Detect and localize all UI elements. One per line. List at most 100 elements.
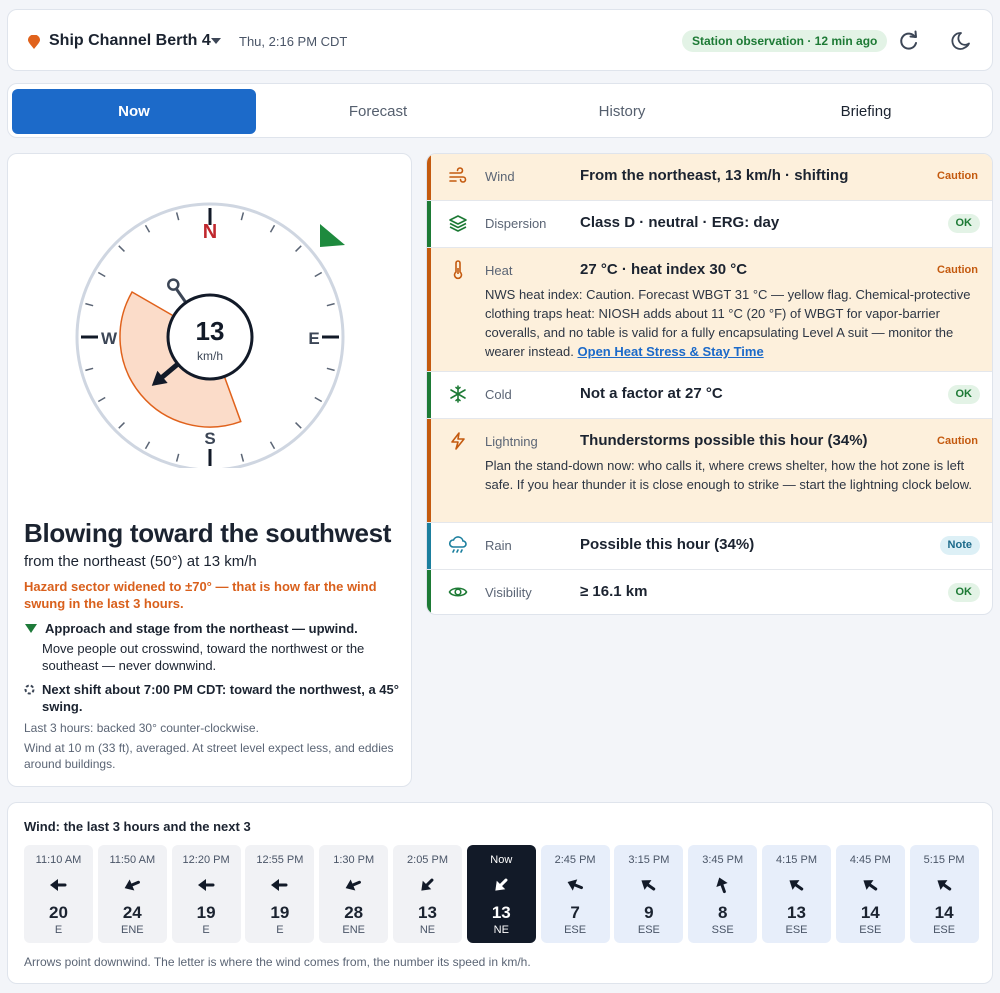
hour-direction: ESE (859, 924, 882, 936)
wind-arrow-icon (271, 879, 288, 891)
upwind-marker-icon (320, 224, 345, 247)
measurement-note: Wind at 10 m (33 ft), averaged. At stree… (24, 741, 394, 771)
status-badge: OK (947, 583, 980, 602)
compass-tick (97, 271, 106, 278)
lightning-icon (451, 432, 465, 450)
dashed-circle-icon (24, 684, 35, 695)
hour-speed: 24 (122, 903, 142, 922)
status-badge: Caution (937, 435, 978, 447)
hour-direction: E (202, 924, 210, 936)
refresh-icon[interactable] (896, 28, 922, 54)
condition-value: Class D · neutral · ERG: day (580, 214, 780, 231)
wind-subtitle: from the northeast (50°) at 13 km/h (24, 553, 257, 570)
timeline-hour[interactable]: 5:15 PM 14 ESE (909, 845, 979, 943)
hour-direction: SSE (711, 924, 734, 936)
hour-time: 11:10 AM (35, 854, 82, 866)
timeline-hour[interactable]: 4:45 PM 14 ESE (835, 845, 905, 943)
upwind-triangle-icon (25, 624, 37, 633)
current-time: Thu, 2:16 PM CDT (239, 34, 348, 49)
condition-row-dispersion[interactable]: Dispersion Class D · neutral · ERG: day … (427, 201, 992, 248)
wind-arrow-icon (495, 878, 508, 891)
hour-speed: 9 (644, 903, 654, 922)
timeline-hour[interactable]: 4:15 PM 13 ESE (762, 845, 831, 943)
tab-bar: Now Forecast History Briefing (7, 83, 993, 138)
status-badge: Station observation · 12 min ago (682, 30, 888, 52)
condition-row-wind[interactable]: Wind From the northeast, 13 km/h · shift… (427, 154, 992, 201)
heat-stress-link[interactable]: Open Heat Stress & Stay Time (578, 344, 764, 359)
approach-description: Move people out crosswind, toward the no… (42, 641, 365, 673)
hour-speed: 28 (344, 903, 364, 922)
last-3-hours: Last 3 hours: backed 30° counter-clockwi… (24, 721, 259, 735)
compass-tick (85, 302, 94, 307)
snowflake-icon (450, 385, 466, 403)
compass-south: S (204, 429, 215, 448)
eye-icon (448, 587, 468, 597)
compass-tick (175, 212, 180, 221)
location-selector[interactable]: Ship Channel Berth 4 (49, 32, 211, 50)
hour-time: 11:50 AM (109, 854, 156, 866)
status-badge: Caution (937, 170, 978, 182)
compass-tick (144, 441, 151, 450)
timeline-hour[interactable]: 12:20 PM 19 E (171, 845, 241, 943)
hour-direction: ESE (785, 924, 808, 936)
compass-tick (326, 367, 335, 372)
compass-west: W (101, 329, 118, 348)
compass-tick (118, 245, 125, 252)
timeline-hour[interactable]: 3:15 PM 9 ESE (614, 845, 684, 943)
condition-row-lightning[interactable]: Lightning Thunderstorms possible this ho… (427, 419, 992, 523)
timeline-hour[interactable]: 3:45 PM 8 SSE (688, 845, 758, 943)
condition-row-heat[interactable]: Heat 27 °C · heat index 30 °C Caution NW… (427, 248, 992, 372)
compass-tick (175, 453, 180, 462)
condition-label: Dispersion (485, 216, 547, 231)
compass-east: E (308, 329, 319, 348)
status-badge: OK (947, 385, 980, 404)
hour-speed: 13 (418, 903, 437, 922)
hour-time: 3:45 PM (702, 854, 744, 866)
hour-direction: E (54, 924, 63, 936)
hour-time: 2:05 PM (407, 854, 448, 866)
condition-row-visibility[interactable]: Visibility ≥ 16.1 km OK (427, 570, 992, 614)
compass-tick (295, 245, 302, 252)
condition-value: From the northeast, 13 km/h · shifting (580, 167, 849, 184)
tab-forecast[interactable]: Forecast (256, 89, 500, 134)
location-pin-icon (28, 35, 40, 49)
hour-direction: ENE (120, 924, 144, 936)
hour-speed: 14 (934, 903, 954, 922)
tab-now[interactable]: Now (12, 89, 256, 134)
hour-time: 2:45 PM (554, 854, 596, 866)
chevron-down-icon[interactable] (211, 38, 221, 44)
next-shift: Next shift about 7:00 PM CDT: toward the… (42, 682, 399, 714)
condition-label: Lightning (485, 434, 538, 449)
wind-arrow-icon (789, 880, 804, 891)
wind-arrow-icon (421, 878, 434, 891)
timeline-hour[interactable]: 11:50 AM 24 ENE (97, 845, 167, 943)
condition-row-cold[interactable]: Cold Not a factor at 27 °C OK (427, 372, 992, 419)
tab-briefing[interactable]: Briefing (744, 89, 988, 134)
compass-tick (144, 224, 151, 233)
timeline-hour[interactable]: 1:30 PM 28 ENE (319, 845, 389, 943)
wind-arrow-icon (567, 879, 583, 891)
moon-icon[interactable] (948, 28, 974, 54)
condition-row-rain[interactable]: Rain Possible this hour (34%) Note (427, 523, 992, 570)
timeline-hour[interactable]: Now 13 NE (466, 845, 536, 943)
hour-time: 5:15 PM (923, 854, 965, 866)
timeline-hour[interactable]: 2:05 PM 13 NE (393, 845, 462, 943)
timeline-hour[interactable]: 11:10 AM 20 E (24, 845, 93, 943)
tab-history[interactable]: History (500, 89, 744, 134)
compass-tick (240, 212, 245, 221)
status-badge: OK (947, 214, 980, 233)
timeline-title: Wind: the last 3 hours and the next 3 (24, 819, 251, 834)
wind-direction-panel: N E S W 13 km/h Blowing toward the south… (7, 153, 412, 787)
wind-speed: 13 (196, 316, 225, 346)
hour-time: 3:15 PM (628, 854, 670, 866)
timeline-hour[interactable]: 12:55 PM 19 E (245, 845, 315, 943)
rain-cloud-icon (448, 536, 467, 553)
timeline-hour[interactable]: 2:45 PM 7 ESE (540, 845, 610, 943)
compass-tick (118, 422, 125, 429)
compass-tick (269, 441, 276, 450)
hour-speed: 14 (860, 903, 880, 922)
wind-arrow-icon (124, 879, 140, 891)
hour-speed: 8 (717, 903, 728, 922)
approach-title: Approach and stage from the northeast — … (45, 621, 358, 636)
top-bar: Ship Channel Berth 4 Thu, 2:16 PM CDT St… (7, 9, 993, 71)
